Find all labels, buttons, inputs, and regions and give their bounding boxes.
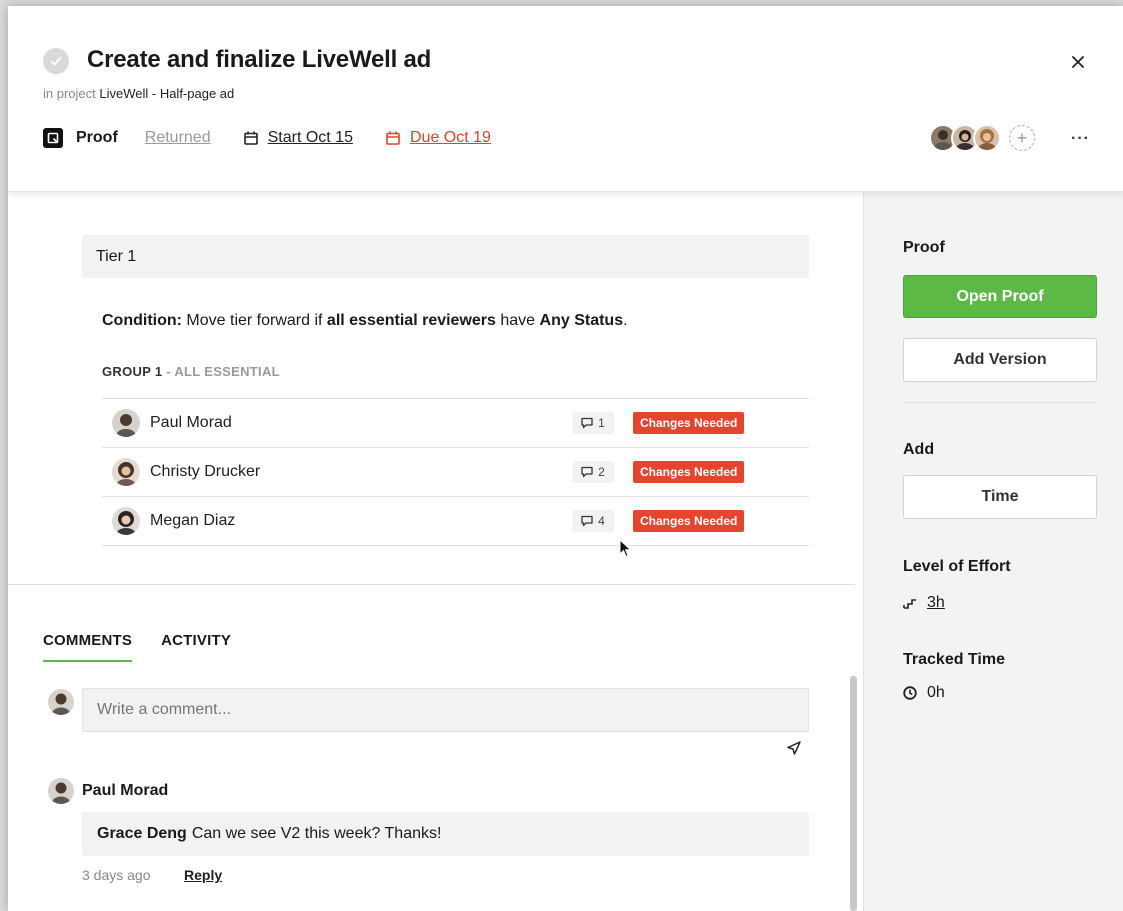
comment-text: Can we see V2 this week? Thanks! bbox=[191, 825, 442, 842]
level-of-effort-title: Level of Effort bbox=[903, 558, 1011, 575]
comment-tabs: COMMENTS ACTIVITY bbox=[43, 632, 260, 662]
assignees[interactable]: + bbox=[929, 122, 1035, 154]
avatar bbox=[48, 689, 74, 715]
due-date[interactable]: Due Oct 19 bbox=[386, 129, 491, 147]
comment-count[interactable]: 4 bbox=[572, 510, 614, 532]
proof-icon bbox=[43, 128, 63, 148]
add-version-button[interactable]: Add Version bbox=[903, 338, 1097, 382]
open-proof-button[interactable]: Open Proof bbox=[903, 275, 1097, 318]
comment-mention[interactable]: Grace Deng bbox=[97, 825, 187, 843]
status-badge: Changes Needed bbox=[633, 461, 745, 483]
task-meta-row: Proof Returned Start Oct 15 Due Oct 19 bbox=[43, 126, 491, 150]
condition-reviewers: all essential reviewers bbox=[326, 312, 496, 329]
close-icon bbox=[1072, 56, 1084, 68]
send-icon bbox=[787, 741, 801, 755]
status-badge: Changes Needed bbox=[633, 510, 745, 532]
task-title: Create and finalize LiveWell ad bbox=[87, 46, 432, 73]
reviewer-list: Paul Morad 1 Changes Needed Christy Druc… bbox=[102, 398, 809, 546]
project-link[interactable]: LiveWell - Half-page ad bbox=[99, 86, 234, 101]
comment-icon bbox=[581, 466, 593, 478]
add-member-button[interactable]: + bbox=[1009, 125, 1035, 151]
group-name: GROUP 1 bbox=[102, 364, 163, 379]
reviewer-name: Megan Diaz bbox=[150, 512, 236, 529]
sidebar-divider bbox=[903, 402, 1097, 403]
comment-count-value: 2 bbox=[598, 465, 605, 479]
task-sidebar: Proof Open Proof Add Version Add Time Le… bbox=[863, 192, 1123, 911]
avatar bbox=[48, 778, 74, 804]
comment-author: Paul Morad bbox=[82, 782, 169, 799]
tracked-hours: 0h bbox=[927, 684, 945, 701]
sidebar-proof-title: Proof bbox=[903, 239, 945, 256]
comment-icon bbox=[581, 515, 593, 527]
main-panel: Tier 1 Condition: Move tier forward if a… bbox=[8, 192, 857, 911]
reviewer-name: Paul Morad bbox=[150, 414, 232, 431]
start-date[interactable]: Start Oct 15 bbox=[243, 129, 353, 147]
due-date-label: Due Oct 19 bbox=[409, 129, 491, 146]
scrollbar[interactable] bbox=[850, 676, 857, 911]
comment-count-value: 1 bbox=[598, 416, 605, 430]
send-button[interactable] bbox=[787, 741, 801, 760]
comment-count[interactable]: 1 bbox=[572, 412, 614, 434]
avatar bbox=[112, 507, 140, 535]
calendar-icon bbox=[386, 131, 400, 145]
project-line: in project LiveWell - Half-page ad bbox=[43, 86, 234, 101]
group-label: GROUP 1 - ALL ESSENTIAL bbox=[102, 364, 280, 379]
stairs-icon bbox=[903, 599, 916, 609]
tab-activity[interactable]: ACTIVITY bbox=[161, 632, 231, 662]
condition-text: have bbox=[500, 312, 536, 329]
group-suffix: - ALL ESSENTIAL bbox=[166, 364, 280, 379]
comment-timestamp: 3 days ago bbox=[82, 867, 151, 883]
avatar[interactable] bbox=[973, 124, 1001, 152]
project-prefix: in project bbox=[43, 86, 96, 101]
level-of-effort-value[interactable]: 3h bbox=[903, 594, 945, 612]
clock-icon bbox=[903, 686, 917, 700]
comment-icon bbox=[581, 417, 593, 429]
effort-hours: 3h bbox=[927, 594, 945, 611]
reviewer-name: Christy Drucker bbox=[150, 463, 261, 480]
comment-count-value: 4 bbox=[598, 514, 605, 528]
reviewer-row[interactable]: Paul Morad 1 Changes Needed bbox=[102, 399, 809, 448]
close-button[interactable] bbox=[1066, 50, 1090, 74]
tab-comments[interactable]: COMMENTS bbox=[43, 632, 133, 662]
tracked-time-value: 0h bbox=[903, 684, 945, 702]
condition-status: Any Status bbox=[539, 312, 624, 329]
comment-body: Grace Deng Can we see V2 this week? Than… bbox=[82, 812, 809, 856]
mouse-cursor-icon bbox=[619, 539, 632, 558]
status-badge: Changes Needed bbox=[633, 412, 745, 434]
reviewer-row[interactable]: Christy Drucker 2 Changes Needed bbox=[102, 448, 809, 497]
section-divider bbox=[8, 584, 855, 585]
check-icon bbox=[50, 56, 62, 66]
reply-link[interactable]: Reply bbox=[184, 867, 222, 883]
calendar-icon bbox=[243, 131, 258, 145]
task-type-label: Proof bbox=[76, 129, 118, 146]
status-returned[interactable]: Returned bbox=[145, 129, 211, 147]
condition-end: . bbox=[623, 312, 628, 329]
start-date-label: Start Oct 15 bbox=[267, 129, 353, 146]
avatar bbox=[112, 409, 140, 437]
reviewer-row[interactable]: Megan Diaz 4 Changes Needed bbox=[102, 497, 809, 546]
condition-prefix: Condition: bbox=[102, 312, 182, 329]
add-time-button[interactable]: Time bbox=[903, 475, 1097, 519]
comment-count[interactable]: 2 bbox=[572, 461, 614, 483]
tier-header: Tier 1 bbox=[82, 235, 809, 278]
task-detail-modal: Create and finalize LiveWell ad in proje… bbox=[8, 6, 1123, 911]
complete-task-checkbox[interactable] bbox=[43, 48, 69, 74]
sidebar-add-title: Add bbox=[903, 441, 935, 458]
tracked-time-title: Tracked Time bbox=[903, 651, 1005, 668]
task-header: Create and finalize LiveWell ad in proje… bbox=[8, 6, 1123, 192]
condition-text: Move tier forward if bbox=[186, 312, 323, 329]
comment-input[interactable] bbox=[82, 688, 809, 732]
more-options-button[interactable]: ··· bbox=[1071, 130, 1090, 148]
tier-condition: Condition: Move tier forward if all esse… bbox=[102, 312, 628, 330]
avatar bbox=[112, 458, 140, 486]
